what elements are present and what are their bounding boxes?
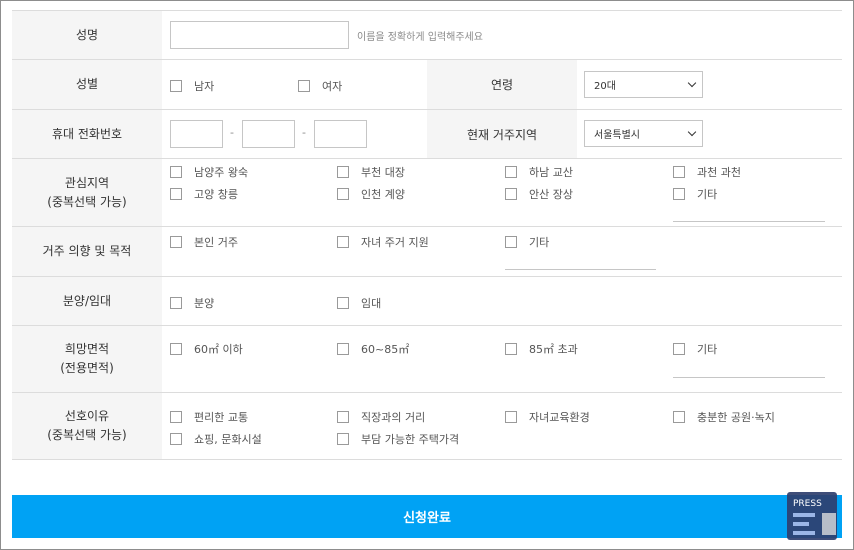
reason-checkbox-shopping[interactable]: 쇼핑, 문화시설	[170, 431, 262, 447]
label-name: 성명	[12, 11, 162, 59]
submit-button[interactable]: 신청완료	[12, 495, 842, 538]
region-checkbox-namyangju[interactable]: 남양주 왕숙	[170, 164, 248, 180]
label-sale-lease: 분양/임대	[12, 277, 162, 325]
purpose-checkbox-other[interactable]: 기타	[505, 234, 549, 250]
area-checkbox-60-85[interactable]: 60~85㎡	[337, 341, 409, 357]
name-hint: 이름을 정확하게 입력해주세요	[357, 32, 483, 43]
gender-female-checkbox[interactable]: 여자	[298, 78, 342, 94]
area-checkbox-under60[interactable]: 60㎡ 이하	[170, 341, 243, 357]
phone-input-3[interactable]	[314, 120, 367, 148]
label-phone: 휴대 전화번호	[12, 110, 162, 158]
press-badge-label: PRESS	[793, 499, 822, 509]
row-name: 성명 이름을 정확하게 입력해주세요	[12, 11, 842, 60]
press-badge-icon: PRESS	[787, 492, 837, 540]
region-checkbox-ansan[interactable]: 안산 장상	[505, 186, 573, 202]
region-checkbox-gwacheon[interactable]: 과천 과천	[673, 164, 741, 180]
label-age: 연령	[427, 60, 577, 109]
label-purpose: 거주 의향 및 목적	[12, 227, 162, 276]
age-select[interactable]: 20대	[584, 71, 703, 98]
region-checkbox-incheon[interactable]: 인천 계양	[337, 186, 405, 202]
row-purpose: 거주 의향 및 목적 본인 거주 자녀 주거 지원 기타	[12, 227, 842, 277]
region-checkbox-goyang[interactable]: 고양 창릉	[170, 186, 238, 202]
purpose-checkbox-child[interactable]: 자녀 주거 지원	[337, 234, 429, 250]
name-input[interactable]	[170, 21, 349, 49]
reason-checkbox-education[interactable]: 자녀교육환경	[505, 409, 590, 425]
row-gender-age: 성별 남자 여자 연령 20대	[12, 60, 842, 110]
label-residence: 현재 거주지역	[427, 110, 577, 158]
lease-checkbox[interactable]: 임대	[337, 295, 381, 311]
area-checkbox-over85[interactable]: 85㎡ 초과	[505, 341, 578, 357]
area-other-input[interactable]	[673, 377, 825, 378]
residence-select[interactable]: 서울특별시	[584, 120, 703, 147]
row-area: 희망면적 (전용면적) 60㎡ 이하 60~85㎡ 85㎡ 초과 기타	[12, 326, 842, 393]
row-reason: 선호이유 (중복선택 가능) 편리한 교통 직장과의 거리 자녀교육환경 충분한…	[12, 393, 842, 460]
label-reason: 선호이유 (중복선택 가능)	[12, 393, 162, 459]
gender-male-checkbox[interactable]: 남자	[170, 78, 214, 94]
phone-separator: -	[302, 126, 306, 139]
label-gender: 성별	[12, 60, 162, 109]
region-checkbox-bucheon[interactable]: 부천 대장	[337, 164, 405, 180]
label-interest-region: 관심지역 (중복선택 가능)	[12, 159, 162, 226]
row-interest-region: 관심지역 (중복선택 가능) 남양주 왕숙 부천 대장 하남 교산 과천 과천 …	[12, 159, 842, 227]
purpose-other-input[interactable]	[505, 269, 656, 270]
region-other-input[interactable]	[673, 221, 825, 222]
region-checkbox-hanam[interactable]: 하남 교산	[505, 164, 573, 180]
reason-checkbox-transport[interactable]: 편리한 교통	[170, 409, 248, 425]
purpose-checkbox-self[interactable]: 본인 거주	[170, 234, 238, 250]
reason-checkbox-park[interactable]: 충분한 공원·녹지	[673, 409, 775, 425]
area-checkbox-other[interactable]: 기타	[673, 341, 717, 357]
sale-checkbox[interactable]: 분양	[170, 295, 214, 311]
row-sale-lease: 분양/임대 분양 임대	[12, 277, 842, 326]
reason-checkbox-commute[interactable]: 직장과의 거리	[337, 409, 425, 425]
chevron-down-icon	[687, 78, 697, 87]
chevron-down-icon	[687, 127, 697, 136]
region-checkbox-other[interactable]: 기타	[673, 186, 717, 202]
reason-checkbox-price[interactable]: 부담 가능한 주택가격	[337, 431, 459, 447]
phone-separator: -	[230, 126, 234, 139]
phone-input-1[interactable]	[170, 120, 223, 148]
label-area: 희망면적 (전용면적)	[12, 326, 162, 392]
row-phone-residence: 휴대 전화번호 - - 현재 거주지역 서울특별시	[12, 110, 842, 159]
phone-input-2[interactable]	[242, 120, 295, 148]
